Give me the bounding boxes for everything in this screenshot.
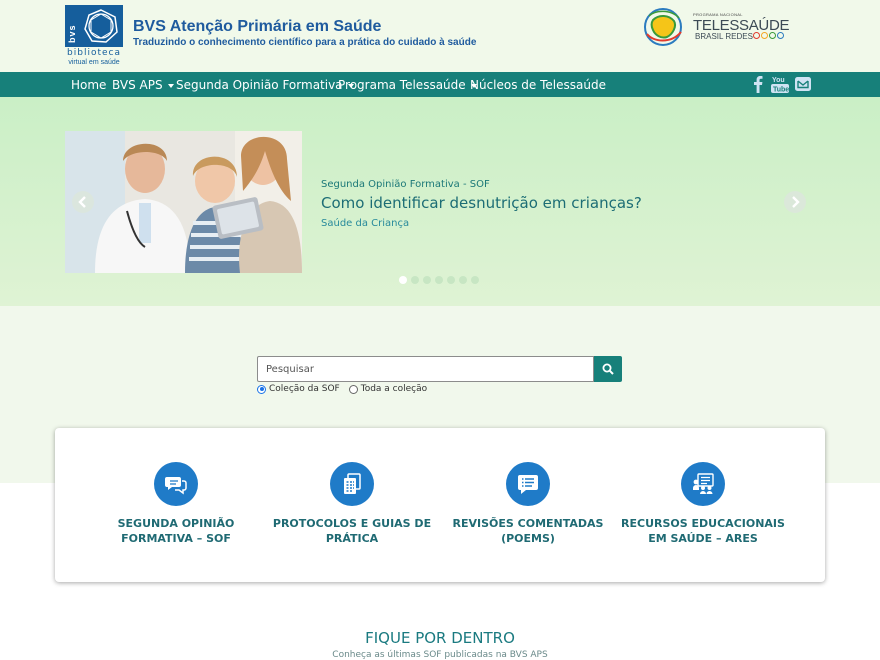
card-label: PROTOCOLOS E GUIAS DE PRÁTICA [262,516,442,546]
nav-item-nucleos[interactable]: Núcleos de Telessaúde [470,78,606,92]
ring-icon [769,32,776,39]
card-sof[interactable]: SEGUNDA OPINIÃO FORMATIVA – SOF [86,428,266,582]
carousel-dot[interactable] [471,276,479,284]
radio-sof-collection-label: Coleção da SOF [269,384,340,394]
section-title: FIQUE POR DENTRO [365,629,515,647]
card-ares[interactable]: RECURSOS EDUCACIONAIS EM SAÚDE – ARES [613,428,793,582]
main-nav: Home BVS APS Segunda Opinião Formativa P… [0,72,880,97]
bvs-logo-vertical-text: bvs [67,24,77,43]
carousel-next-button[interactable] [784,191,806,213]
nav-item-label: Núcleos de Telessaúde [470,78,606,92]
hero-tag[interactable]: Saúde da Criança [321,218,409,229]
hero-carousel: Segunda Opinião Formativa - SOF Como ide… [0,97,880,306]
card-poems[interactable]: REVISÕES COMENTADAS (POEMS) [438,428,618,582]
email-icon[interactable] [793,74,813,94]
nav-item-label: Programa Telessaúde [338,78,466,92]
bvs-logo[interactable]: bvs biblioteca virtual em saúde [65,5,123,68]
telessaude-logo[interactable]: PROGRAMA NACIONAL TELESSAÚDE BRASIL REDE… [641,6,790,48]
chevron-left-icon [78,196,86,208]
card-label-line1: RECURSOS EDUCACIONAIS [621,517,785,530]
telessaude-rings [753,32,784,39]
bvs-logo-box: bvs [65,5,123,47]
bvs-emblem-icon [84,9,118,43]
education-icon [681,462,725,506]
nav-item-label: Home [71,78,107,92]
carousel-prev-button[interactable] [72,191,94,213]
card-label: RECURSOS EDUCACIONAIS EM SAÚDE – ARES [613,516,793,546]
card-label-line1: SEGUNDA OPINIÃO [117,517,235,530]
svg-text:You: You [772,77,785,84]
feature-cards: SEGUNDA OPINIÃO FORMATIVA – SOF PROTOCOL… [55,428,825,582]
carousel-dot[interactable] [447,276,455,284]
nav-item-label: Segunda Opinião Formativa [176,78,343,92]
nav-item-label: BVS APS [112,78,163,92]
nav-item-bvs-aps[interactable]: BVS APS [112,78,174,92]
hero-title[interactable]: Como identificar desnutrição em crianças… [321,194,642,212]
svg-text:Tube: Tube [773,87,789,94]
hero-image[interactable] [65,131,302,273]
chat-bubbles-icon [154,462,198,506]
search-scope-options: Coleção da SOF Toda a coleção [257,384,427,394]
nav-item-segunda-opiniao[interactable]: Segunda Opinião Formativa [176,78,354,92]
ring-icon [777,32,784,39]
card-label: SEGUNDA OPINIÃO FORMATIVA – SOF [86,516,266,546]
search-input[interactable] [257,356,594,382]
ring-icon [761,32,768,39]
card-label-line1: PROTOCOLOS E GUIAS DE [272,517,432,530]
section-subtitle: Conheça as últimas SOF publicadas na BVS… [332,650,548,660]
card-label: REVISÕES COMENTADAS (POEMS) [438,516,618,546]
search-button[interactable] [594,356,622,382]
carousel-dot[interactable] [459,276,467,284]
card-label-line2: (POEMS) [501,532,555,545]
card-label-line2: EM SAÚDE – ARES [648,532,758,545]
telessaude-sub-text: BRASIL REDES [695,32,753,41]
carousel-dot[interactable] [411,276,419,284]
radio-all-collection[interactable] [348,384,358,394]
ring-icon [753,32,760,39]
carousel-dot[interactable] [423,276,431,284]
card-protocolos[interactable]: PROTOCOLOS E GUIAS DE PRÁTICA [262,428,442,582]
chevron-right-icon [792,196,800,208]
hero-kicker[interactable]: Segunda Opinião Formativa - SOF [321,179,490,190]
nav-item-home[interactable]: Home [71,78,106,92]
site-header: bvs biblioteca virtual em saúde BVS Aten… [0,0,880,72]
nav-item-programa-telessaude[interactable]: Programa Telessaúde [338,78,477,92]
radio-sof-collection[interactable] [257,384,266,394]
caret-down-icon [167,83,174,88]
site-subtitle: Traduzindo o conhecimento científico par… [133,37,477,48]
carousel-dot[interactable] [435,276,443,284]
doctor-child-photo [65,131,302,273]
bvs-logo-line2: virtual em saúde [68,59,120,66]
search-icon [602,363,614,375]
card-label-line2: PRÁTICA [325,532,379,545]
brazil-globe-icon [644,8,682,46]
carousel-dot[interactable] [399,276,407,284]
card-label-line1: REVISÕES COMENTADAS [452,517,604,530]
carousel-indicators [399,276,479,284]
site-title[interactable]: BVS Atenção Primária em Saúde [133,18,381,36]
youtube-icon[interactable]: You Tube [770,74,790,94]
bvs-logo-line1: biblioteca [67,48,121,58]
documents-icon [330,462,374,506]
card-label-line2: FORMATIVA – SOF [121,532,231,545]
facebook-icon[interactable] [748,74,768,94]
comment-list-icon [506,462,550,506]
radio-all-collection-label: Toda a coleção [360,384,428,394]
